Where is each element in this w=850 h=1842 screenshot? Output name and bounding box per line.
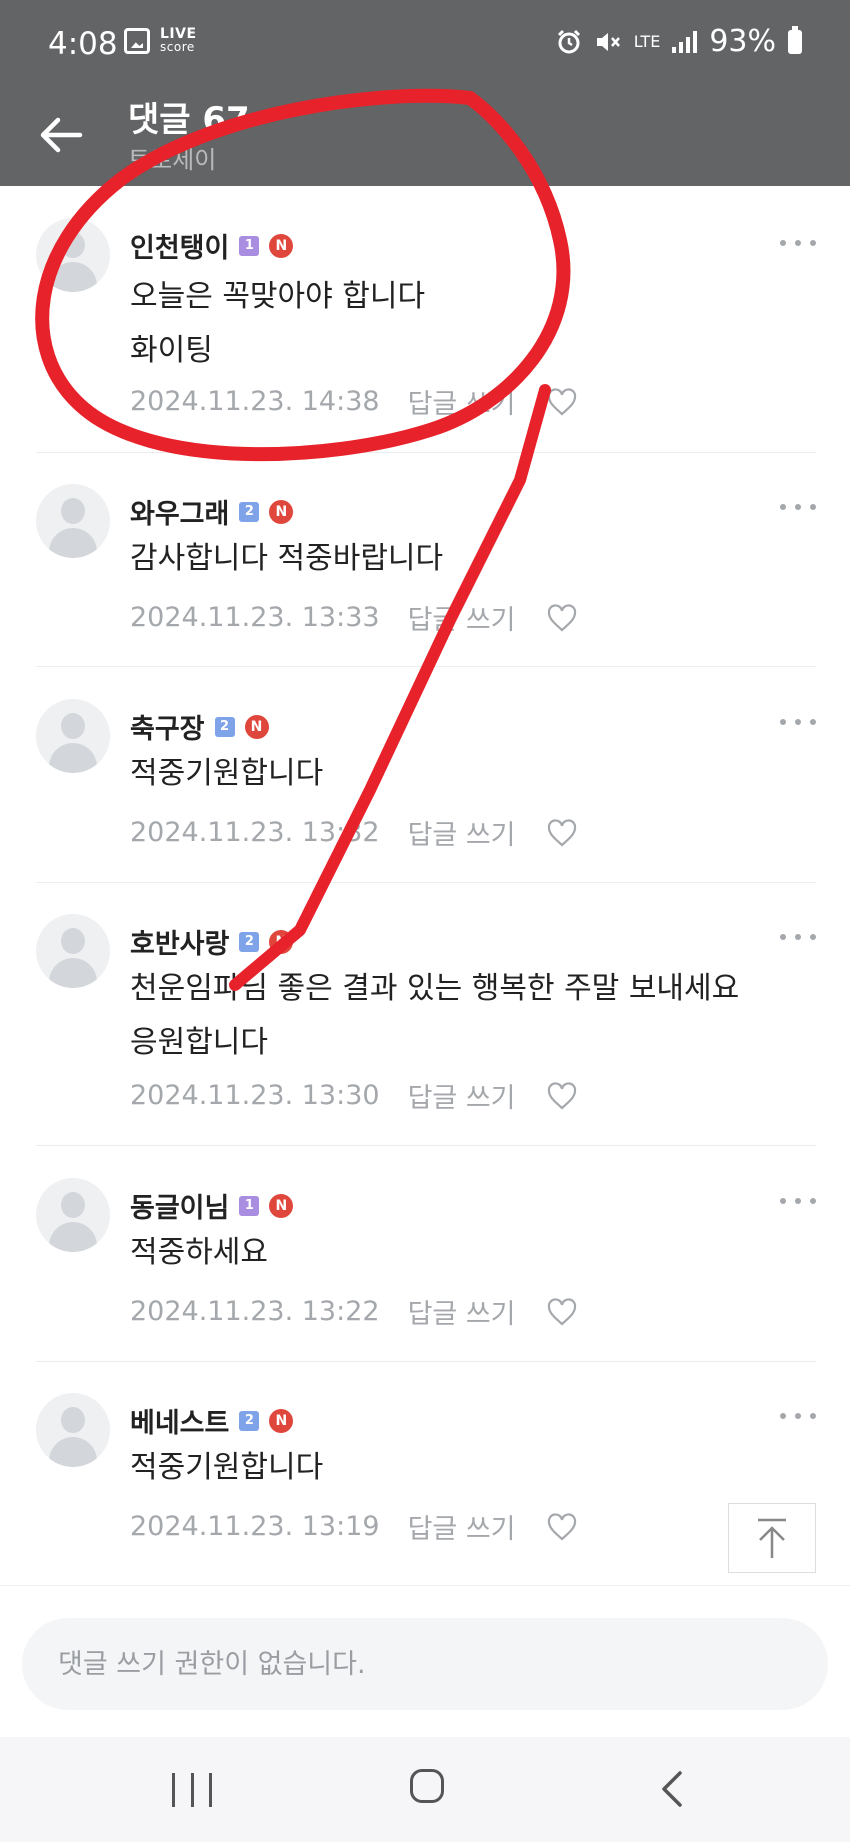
new-badge: N: [269, 1193, 294, 1218]
new-badge: N: [269, 1408, 294, 1433]
home-icon[interactable]: [410, 1769, 444, 1803]
back-arrow-icon[interactable]: [36, 110, 86, 160]
battery-percent: 93%: [709, 24, 776, 59]
level-badge: 1: [239, 235, 260, 256]
avatar[interactable]: [36, 699, 110, 773]
signal-icon: [672, 30, 698, 53]
heart-icon[interactable]: [546, 603, 578, 633]
lte-indicator: LTE: [633, 31, 661, 51]
more-icon[interactable]: [780, 1196, 816, 1206]
status-left-icons: LIVE score: [124, 26, 197, 54]
new-badge: N: [269, 499, 294, 524]
scroll-top-button[interactable]: [728, 1503, 816, 1573]
reply-button[interactable]: 답글 쓰기: [408, 382, 516, 421]
heart-icon[interactable]: [546, 1297, 578, 1327]
reply-button[interactable]: 답글 쓰기: [408, 1292, 516, 1331]
heart-icon[interactable]: [546, 387, 578, 417]
comment-text: 오늘은 꼭맞아야 합니다 화이팅: [130, 279, 426, 368]
heart-icon[interactable]: [546, 1081, 578, 1111]
status-right-icons: LTE 93%: [556, 24, 802, 59]
level-badge: 2: [239, 1410, 260, 1431]
alarm-icon: [557, 29, 580, 53]
app-header: 댓글 67 토로세이: [0, 88, 850, 186]
comment-date: 2024.11.23. 14:38: [130, 386, 380, 417]
avatar[interactable]: [36, 484, 110, 558]
new-badge: N: [269, 233, 294, 258]
more-icon[interactable]: [780, 932, 816, 942]
comment-nickname[interactable]: 인천탱이: [130, 226, 229, 265]
nav-back-icon[interactable]: [654, 1769, 690, 1809]
divider: [36, 666, 816, 667]
comment-text: 적중기원합니다: [130, 1450, 324, 1485]
reply-button[interactable]: 답글 쓰기: [408, 1076, 516, 1115]
more-icon[interactable]: [780, 502, 816, 512]
page-title: 댓글 67: [128, 100, 250, 140]
avatar[interactable]: [36, 1393, 110, 1467]
comment-date: 2024.11.23. 13:19: [130, 1511, 380, 1542]
comment-text: 감사합니다 적중바랍니다: [130, 541, 444, 576]
comment-text: 적중기원합니다: [130, 756, 324, 791]
reply-button[interactable]: 답글 쓰기: [408, 598, 516, 637]
comment-nickname[interactable]: 축구장: [130, 707, 205, 746]
divider: [36, 1145, 816, 1146]
avatar[interactable]: [36, 1178, 110, 1252]
level-badge: 2: [239, 931, 260, 952]
reply-button[interactable]: 답글 쓰기: [408, 1507, 516, 1546]
scroll-top-icon: [758, 1518, 786, 1558]
level-badge: 2: [214, 716, 235, 737]
comment-nickname[interactable]: 호반사랑: [130, 922, 229, 961]
recent-apps-icon[interactable]: [172, 1773, 212, 1807]
status-time: 4:08: [48, 26, 118, 62]
comment-nickname[interactable]: 동글이님: [130, 1186, 229, 1225]
gallery-icon: [124, 28, 150, 54]
divider: [36, 452, 816, 453]
comment-date: 2024.11.23. 13:30: [130, 1080, 380, 1111]
divider: [36, 882, 816, 883]
system-nav-bar: [0, 1737, 850, 1842]
avatar[interactable]: [36, 218, 110, 292]
mute-icon: [596, 32, 620, 51]
avatar[interactable]: [36, 914, 110, 988]
page-subtitle: 토로세이: [128, 146, 217, 174]
comment-nickname[interactable]: 베네스트: [130, 1401, 229, 1440]
comment-text: 적중하세요: [130, 1235, 268, 1270]
new-badge: N: [244, 714, 269, 739]
divider: [36, 1361, 816, 1362]
new-badge: N: [269, 929, 294, 954]
level-badge: 1: [239, 1195, 260, 1216]
more-icon[interactable]: [780, 1411, 816, 1421]
comment-date: 2024.11.23. 13:33: [130, 602, 380, 633]
heart-icon[interactable]: [546, 1512, 578, 1542]
heart-icon[interactable]: [546, 818, 578, 848]
live-score-logo: LIVE score: [160, 26, 197, 54]
battery-icon: [788, 25, 802, 54]
more-icon[interactable]: [780, 238, 816, 248]
level-badge: 2: [239, 501, 260, 522]
comment-input-area: [0, 1585, 850, 1738]
comment-text: 천운임파님 좋은 결과 있는 행복한 주말 보내세요 응원합니다: [130, 971, 740, 1060]
more-icon[interactable]: [780, 717, 816, 727]
comment-nickname[interactable]: 와우그래: [130, 492, 229, 531]
comment-input[interactable]: [22, 1618, 828, 1710]
comment-date: 2024.11.23. 13:22: [130, 1296, 380, 1327]
reply-button[interactable]: 답글 쓰기: [408, 813, 516, 852]
comment-date: 2024.11.23. 13:32: [130, 817, 380, 848]
status-bar: 4:08 LIVE score LTE 93%: [0, 0, 850, 88]
